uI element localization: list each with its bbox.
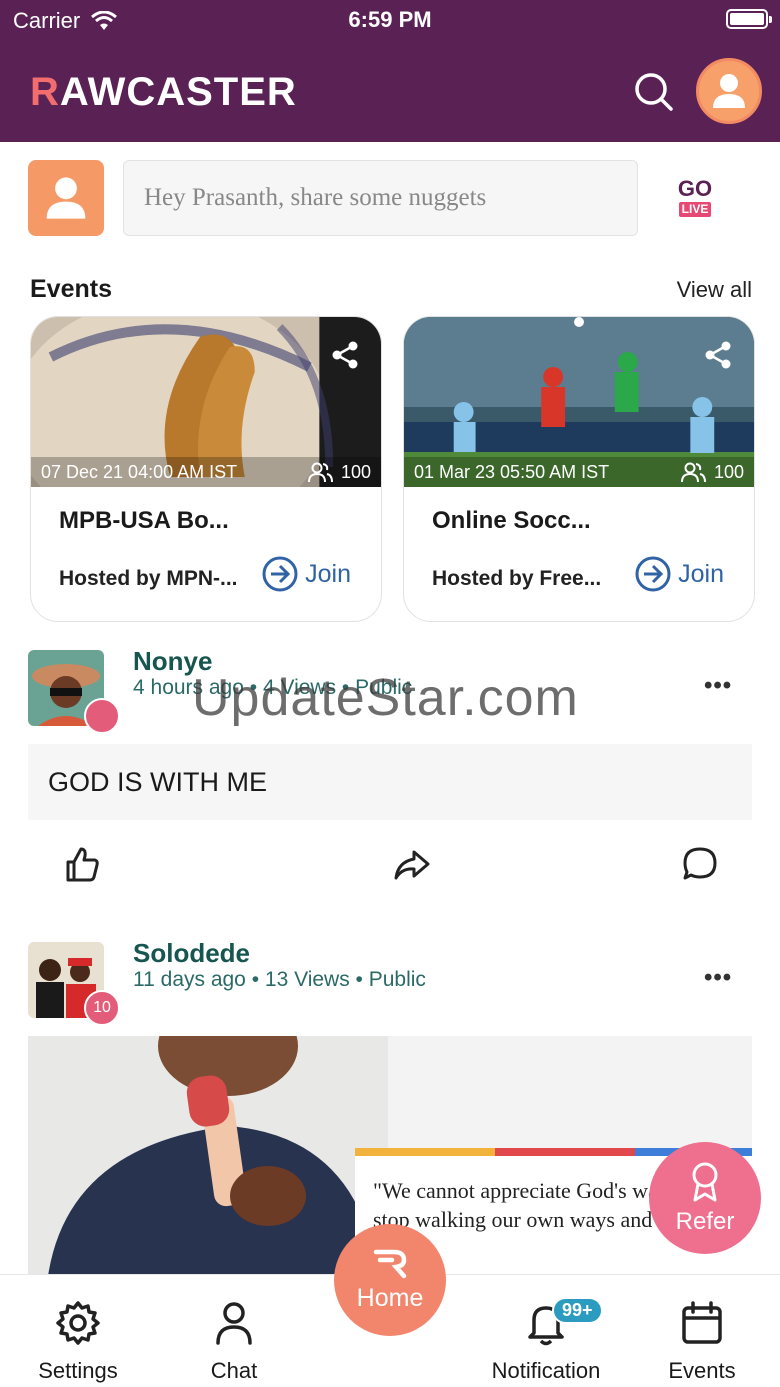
event-attendees: 100 [340,461,371,482]
go-label: GO [677,176,713,201]
event-card[interactable]: 01 Mar 23 05:50 AM IST 100 Online Socc..… [403,316,755,622]
events-section-title: Events [30,275,112,303]
logo-rest: AWCASTER [59,70,297,114]
post-meta: 11 days ago • 13 Views • Public [133,968,426,991]
comment-icon[interactable] [680,844,720,884]
post-author[interactable]: Solodede [133,938,250,969]
nav-home[interactable]: Home [334,1224,446,1336]
view-all-link[interactable]: View all [677,277,752,303]
nav-notification-label: Notification [491,1358,601,1383]
join-label: Join [305,559,351,588]
event-attendees: 100 [713,461,744,482]
profile-avatar-button[interactable] [696,58,762,124]
share-icon[interactable] [329,339,361,371]
refer-button[interactable]: Refer [649,1142,761,1254]
home-logo-icon [373,1249,407,1279]
user-icon [713,74,745,108]
event-host: Hosted by Free... [432,567,602,590]
event-host: Hosted by MPN-... [59,567,238,590]
post-text: GOD IS WITH ME [28,744,752,820]
app-header: Carrier 6:59 PM RAWCASTER [0,0,780,142]
nav-chat-label: Chat [210,1358,258,1383]
nav-events-label: Events [668,1358,736,1383]
logo-r: R [30,70,60,114]
people-icon [680,462,706,483]
event-meta: 07 Dec 21 04:00 AM IST 100 [31,457,381,487]
like-icon[interactable] [62,844,102,884]
search-icon [635,73,673,111]
nav-events[interactable]: Events [656,1299,748,1384]
notification-badge: 99+ [552,1297,603,1324]
search-button[interactable] [632,70,676,114]
arrow-right-circle-icon [262,556,298,592]
post-meta: 4 hours ago • 4 Views • Public [133,676,413,699]
go-live-button[interactable]: GO LIVE [672,178,718,220]
more-options-button[interactable]: ••• [704,964,732,992]
nav-home-label: Home [356,1284,424,1312]
post-badge [84,698,120,734]
event-date: 07 Dec 21 04:00 AM IST [41,461,238,482]
arrow-right-circle-icon [635,556,671,592]
post-author[interactable]: Nonye [133,646,212,677]
composer-avatar [28,160,104,236]
event-card[interactable]: 07 Dec 21 04:00 AM IST 100 MPB-USA Bo...… [30,316,382,622]
share-icon[interactable] [702,339,734,371]
nav-settings-label: Settings [38,1358,118,1383]
live-label: LIVE [678,202,712,217]
people-icon [307,462,333,483]
status-time: 6:59 PM [348,7,432,32]
refer-label: Refer [675,1208,735,1235]
app-logo: RAWCASTER [30,70,297,115]
more-options-button[interactable]: ••• [704,672,732,700]
nav-settings[interactable]: Settings [22,1299,134,1384]
status-bar: Carrier 6:59 PM [0,0,780,42]
share-arrow-icon[interactable] [392,844,432,884]
event-name: Online Socc... [432,507,591,534]
event-name: MPB-USA Bo... [59,507,229,534]
gear-icon [56,1301,100,1345]
calendar-icon [682,1301,722,1344]
person-icon [216,1302,252,1345]
post-badge: 10 [84,990,120,1026]
join-button[interactable]: Join [634,555,724,593]
join-button[interactable]: Join [261,555,351,593]
event-date: 01 Mar 23 05:50 AM IST [414,461,610,482]
award-icon [692,1162,718,1202]
event-meta: 01 Mar 23 05:50 AM IST 100 [404,457,754,487]
composer-input[interactable]: Hey Prasanth, share some nuggets [123,160,638,236]
user-icon [46,177,86,219]
battery-icon [726,9,772,29]
join-label: Join [678,559,724,588]
nav-chat[interactable]: Chat [190,1299,278,1384]
